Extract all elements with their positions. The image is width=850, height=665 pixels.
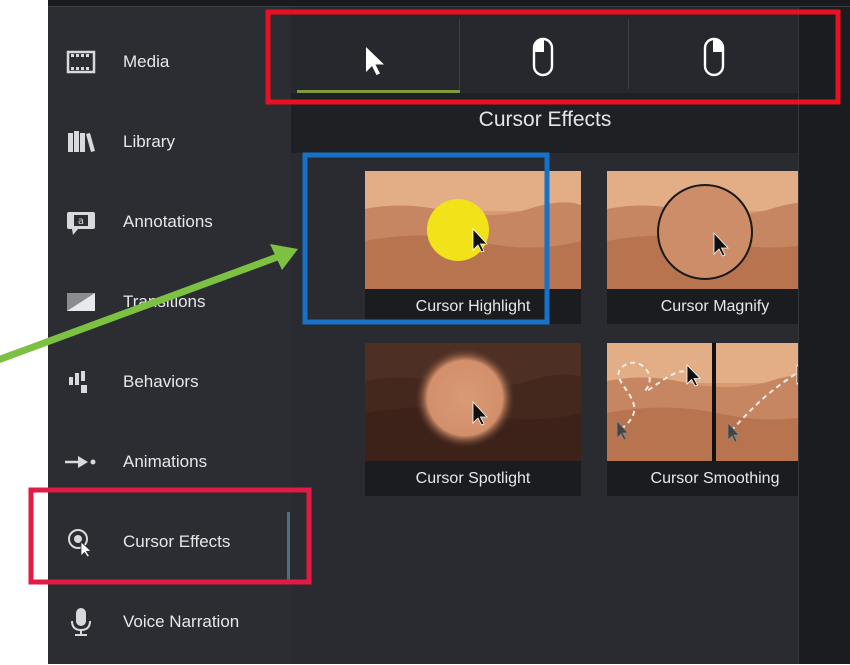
annotation-overlay — [0, 9, 841, 585]
pointer-arrow-shaft — [0, 252, 282, 363]
tabs-highlight-box — [265, 9, 841, 105]
cursor-highlight-box — [302, 152, 550, 325]
cursor-effects-highlight-box — [28, 487, 312, 585]
